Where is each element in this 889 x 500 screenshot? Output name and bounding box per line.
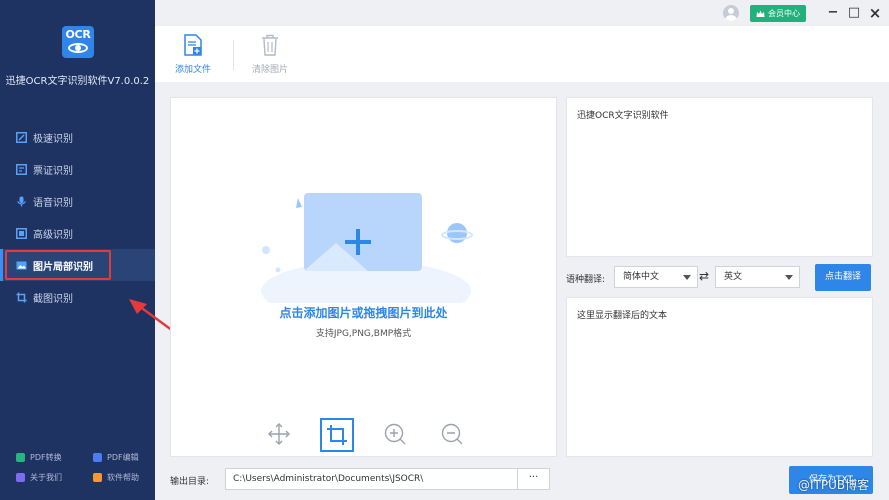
upload-illustration-icon xyxy=(261,193,473,303)
screenshot-icon xyxy=(16,292,27,303)
zoom-out-icon xyxy=(441,423,463,445)
sidebar-item-quick[interactable]: 极速识别 xyxy=(0,121,155,153)
footer-label: 关于我们 xyxy=(30,472,62,482)
translate-bar: 语种翻译: 简体中文 ⇄ 英文 点击翻译 xyxy=(566,264,873,292)
pdf-convert-link[interactable]: PDF转换 xyxy=(0,452,77,463)
toolbar: 添加文件 清除图片 xyxy=(155,26,889,82)
clear-images-label: 清除图片 xyxy=(251,65,288,75)
chevron-down-icon xyxy=(785,275,793,280)
crop-icon xyxy=(327,425,347,445)
ocr-result-textarea[interactable]: 迅捷OCR文字识别软件 xyxy=(566,97,873,257)
sidebar-footer: PDF转换 PDF编辑 关于我们 软件帮助 xyxy=(0,447,155,487)
maximize-button[interactable]: □ xyxy=(845,4,863,22)
upload-title: 点击添加图片或拖拽图片到此处 xyxy=(279,306,448,320)
upload-formats: 支持JPG,PNG,BMP格式 xyxy=(315,329,412,339)
clear-images-button[interactable]: 清除图片 xyxy=(240,34,300,75)
annotation-highlight-box xyxy=(5,250,111,280)
sidebar-item-ticket[interactable]: 票证识别 xyxy=(0,153,155,185)
sidebar-item-label: 票证识别 xyxy=(33,165,73,177)
crown-icon xyxy=(756,10,765,17)
zoom-in-button[interactable] xyxy=(379,418,411,450)
avatar[interactable] xyxy=(723,5,739,21)
vip-center-button[interactable]: 会员中心 xyxy=(750,5,806,22)
trash-icon xyxy=(262,34,278,56)
source-language-value: 简体中文 xyxy=(623,272,660,282)
help-link[interactable]: 软件帮助 xyxy=(77,472,154,483)
zoom-out-button[interactable] xyxy=(436,418,468,450)
sidebar-item-label: 语音识别 xyxy=(33,197,73,209)
eye-icon xyxy=(68,43,88,53)
zoom-in-icon xyxy=(384,423,406,445)
about-link[interactable]: 关于我们 xyxy=(0,472,77,483)
pdf-edit-link[interactable]: PDF编辑 xyxy=(77,452,154,463)
app-logo: OCR xyxy=(62,26,94,58)
sidebar-nav: 极速识别 票证识别 语音识别 高级识别 图片局部识别 截图识别 xyxy=(0,121,155,313)
vip-label: 会员中心 xyxy=(768,9,800,18)
target-language-select[interactable]: 英文 xyxy=(715,266,800,288)
output-dir-label: 输出目录: xyxy=(170,477,210,487)
microphone-icon xyxy=(16,196,27,207)
sidebar-item-screenshot[interactable]: 截图识别 xyxy=(0,281,155,313)
ticket-icon xyxy=(16,163,27,175)
add-file-button[interactable]: 添加文件 xyxy=(163,34,223,75)
quick-scan-icon xyxy=(16,131,27,143)
browse-button[interactable]: ··· xyxy=(517,468,550,490)
save-txt-button[interactable]: 保存为TXT xyxy=(789,466,873,494)
pdf-edit-icon xyxy=(93,452,102,462)
target-language-value: 英文 xyxy=(724,272,743,282)
move-tool-button[interactable] xyxy=(263,418,295,450)
sidebar-item-label: 高级识别 xyxy=(33,229,73,241)
toolbar-divider xyxy=(233,40,234,70)
logo-text: OCR xyxy=(65,28,91,41)
pdf-convert-icon xyxy=(16,452,25,462)
crop-tool-button[interactable] xyxy=(320,418,354,452)
translate-label: 语种翻译: xyxy=(566,275,606,285)
sidebar-item-advanced[interactable]: 高级识别 xyxy=(0,217,155,249)
app-title: 迅捷OCR文字识别软件V7.0.0.2 xyxy=(5,76,150,87)
view-tools xyxy=(263,418,493,452)
advanced-icon xyxy=(16,227,27,239)
add-file-label: 添加文件 xyxy=(174,65,211,75)
minimize-button[interactable]: − xyxy=(824,4,842,22)
image-drop-area[interactable]: 点击添加图片或拖拽图片到此处 支持JPG,PNG,BMP格式 xyxy=(170,97,557,457)
close-button[interactable]: × xyxy=(866,4,884,22)
footer-label: PDF转换 xyxy=(30,452,62,462)
translate-button[interactable]: 点击翻译 xyxy=(815,264,871,291)
output-dir-field[interactable]: C:\Users\Administrator\Documents\JSOCR\ xyxy=(225,468,518,490)
help-icon xyxy=(93,472,102,482)
swap-languages-icon[interactable]: ⇄ xyxy=(699,269,709,283)
footer-label: 软件帮助 xyxy=(107,472,139,482)
footer-label: PDF编辑 xyxy=(107,452,139,462)
translation-textarea[interactable]: 这里显示翻译后的文本 xyxy=(566,297,873,457)
about-icon xyxy=(16,472,25,482)
chevron-down-icon xyxy=(683,275,691,280)
sidebar-item-label: 截图识别 xyxy=(33,293,73,305)
add-file-icon xyxy=(184,34,202,56)
sidebar-item-label: 极速识别 xyxy=(33,133,73,145)
sidebar-item-voice[interactable]: 语音识别 xyxy=(0,185,155,217)
source-language-select[interactable]: 简体中文 xyxy=(614,266,698,288)
move-icon xyxy=(268,423,290,445)
